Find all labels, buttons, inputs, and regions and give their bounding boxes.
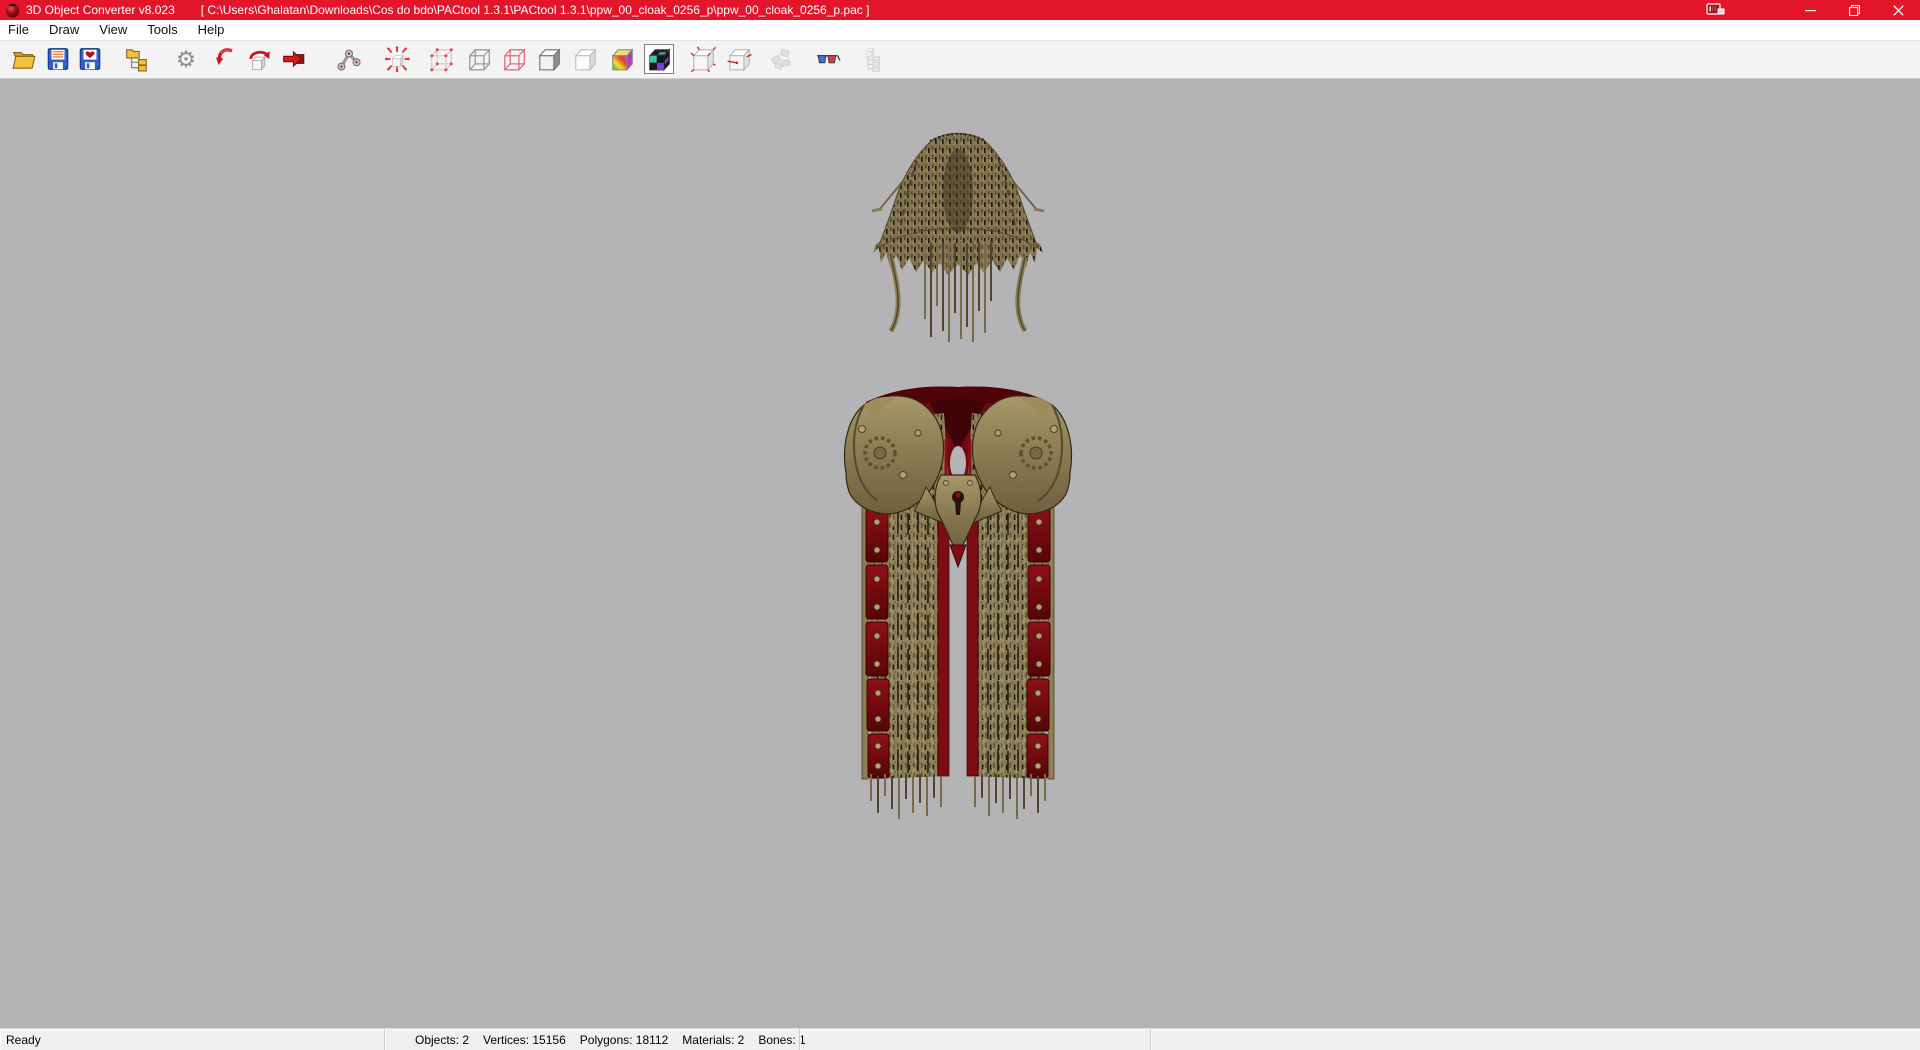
save-file-button[interactable] — [43, 44, 73, 74]
minimize-icon — [1805, 5, 1816, 16]
hidden-line-mode-button[interactable] — [499, 44, 529, 74]
hidden-line-cube-icon — [501, 46, 527, 72]
scene-hierarchy-button[interactable] — [859, 44, 889, 74]
vertex-normals-cube-icon — [690, 46, 716, 72]
object-ornate-cloak — [845, 386, 1072, 819]
status-bar: Ready Objects: 2 Vertices: 15156 Polygon… — [0, 1028, 1920, 1050]
model-render — [0, 79, 1920, 1028]
wireframe-mode-button[interactable] — [464, 44, 494, 74]
hierarchy-list-icon — [861, 46, 887, 72]
window-controls — [1788, 0, 1920, 20]
status-objects: Objects: 2 — [415, 1033, 469, 1047]
app-window: 3D Object Converter v8.023 [ C:\Users\Gh… — [0, 0, 1920, 1050]
3d-viewport[interactable] — [0, 79, 1920, 1028]
app-title: 3D Object Converter v8.023 — [26, 0, 175, 20]
gpu-monitor-icon — [1706, 3, 1726, 17]
menu-file[interactable]: File — [0, 20, 39, 40]
status-materials: Materials: 2 — [682, 1033, 744, 1047]
status-polygons: Polygons: 18112 — [580, 1033, 669, 1047]
flat-shaded-mode-button[interactable] — [534, 44, 564, 74]
rotate-cube-icon — [246, 46, 272, 72]
rainbow-cube-icon — [609, 46, 635, 72]
restore-icon — [1849, 5, 1860, 16]
save-floppy-icon — [45, 46, 71, 72]
close-button[interactable] — [1876, 0, 1920, 20]
face-normals-cube-icon — [726, 46, 752, 72]
status-ready: Ready — [6, 1033, 41, 1047]
menu-bar: File Draw View Tools Help — [0, 20, 1920, 41]
minimize-button[interactable] — [1788, 0, 1832, 20]
rotate-undo-button[interactable] — [211, 44, 241, 74]
object-list-button[interactable] — [122, 44, 152, 74]
status-vertices: Vertices: 15156 — [483, 1033, 566, 1047]
status-bones: Bones: 1 — [758, 1033, 805, 1047]
app-logo-icon — [5, 3, 20, 18]
red-arrow-box-icon — [281, 46, 307, 72]
wireframe-points-mode-button[interactable] — [426, 44, 456, 74]
skeleton-joints-button[interactable] — [334, 44, 364, 74]
3d-glasses-icon — [815, 46, 841, 72]
restore-button[interactable] — [1832, 0, 1876, 20]
svg-text:⚙: ⚙ — [176, 47, 196, 72]
toolbar: ⚙ — [0, 41, 1920, 79]
save-heart-floppy-icon — [77, 46, 103, 72]
points-mode-button[interactable] — [382, 44, 412, 74]
smooth-shaded-mode-button[interactable] — [570, 44, 600, 74]
import-object-button[interactable] — [279, 44, 309, 74]
explode-polygons-icon — [768, 46, 794, 72]
rotate-object-button[interactable] — [244, 44, 274, 74]
menu-draw[interactable]: Draw — [39, 20, 89, 40]
explode-view-button[interactable] — [766, 44, 796, 74]
folder-tree-icon — [124, 46, 150, 72]
document-path: [ C:\Users\Ghalatan\Downloads\Cos do bdo… — [201, 3, 870, 17]
close-icon — [1893, 5, 1904, 16]
wireframe-cube-icon — [466, 46, 492, 72]
anaglyph-view-button[interactable] — [813, 44, 843, 74]
status-model-info-pane: Objects: 2 Vertices: 15156 Polygons: 181… — [385, 1029, 800, 1050]
title-bar: 3D Object Converter v8.023 [ C:\Users\Gh… — [0, 0, 1920, 20]
wireframe-points-cube-icon — [428, 46, 454, 72]
status-empty-pane-2 — [1151, 1029, 1920, 1050]
object-fringe-piece — [872, 133, 1044, 342]
point-cloud-cube-icon — [384, 46, 410, 72]
menu-help[interactable]: Help — [188, 20, 235, 40]
material-color-mode-button[interactable] — [607, 44, 637, 74]
flat-cube-icon — [536, 46, 562, 72]
open-folder-icon — [11, 46, 37, 72]
vertex-normals-mode-button[interactable] — [688, 44, 718, 74]
textured-cube-icon — [646, 46, 672, 72]
save-favorite-button[interactable] — [75, 44, 105, 74]
status-empty-pane-1 — [800, 1029, 1151, 1050]
joints-icon — [336, 46, 362, 72]
menu-tools[interactable]: Tools — [137, 20, 187, 40]
textured-mode-button[interactable] — [644, 44, 674, 74]
settings-button[interactable]: ⚙ — [171, 44, 201, 74]
menu-view[interactable]: View — [89, 20, 137, 40]
status-ready-pane: Ready — [0, 1029, 385, 1050]
face-normals-mode-button[interactable] — [724, 44, 754, 74]
red-swirl-arrow-icon — [213, 46, 239, 72]
smooth-cube-icon — [572, 46, 598, 72]
open-file-button[interactable] — [9, 44, 39, 74]
gear-icon: ⚙ — [173, 46, 199, 72]
